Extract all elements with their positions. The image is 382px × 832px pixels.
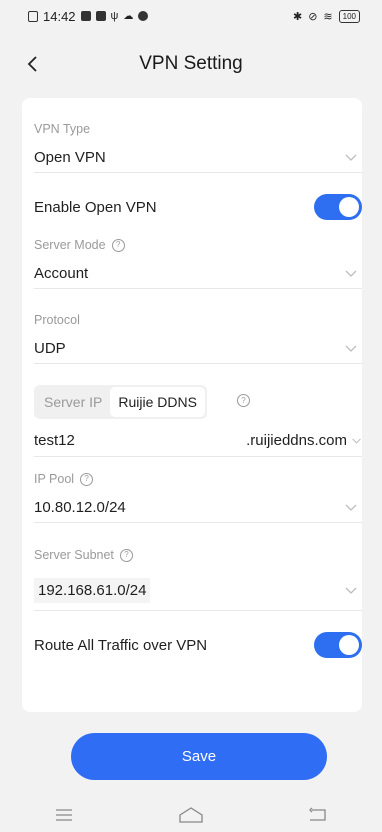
help-icon[interactable]: ?: [237, 394, 250, 407]
route-all-toggle[interactable]: [314, 632, 362, 658]
server-mode-label-text: Server Mode: [34, 238, 106, 252]
status-time: 14:42: [43, 8, 76, 24]
ip-pool-label-text: IP Pool: [34, 472, 75, 486]
ip-pool-value: 10.80.12.0/24: [34, 498, 126, 516]
save-button[interactable]: Save: [71, 733, 327, 780]
chevron-down-icon: [345, 504, 357, 511]
vpn-type-label: VPN Type: [34, 122, 91, 136]
route-all-label: Route All Traffic over VPN: [34, 636, 208, 654]
server-mode-value: Account: [34, 264, 89, 282]
vpn-type-field: VPN Type Open VPN: [34, 122, 362, 173]
server-mode-field: Server Mode ? Account: [34, 238, 362, 289]
chevron-down-icon: [345, 587, 357, 594]
notification-icon: [95, 11, 106, 21]
chevron-left-icon: [27, 56, 37, 72]
enable-vpn-toggle[interactable]: [314, 194, 362, 220]
notification-icon: [80, 11, 91, 21]
wifi-icon: ≋: [323, 10, 333, 23]
battery-icon: 100: [338, 9, 360, 23]
help-icon[interactable]: ?: [119, 548, 133, 562]
system-nav-bar: [0, 800, 382, 830]
menu-icon: [55, 809, 72, 821]
ddns-input[interactable]: [34, 431, 174, 449]
home-icon: [179, 807, 203, 823]
route-all-row: Route All Traffic over VPN: [34, 630, 362, 660]
server-subnet-field: Server Subnet ? 192.168.61.0/24: [34, 548, 362, 611]
domain-suffix-value: .ruijieddns.com: [246, 431, 347, 449]
tab-server-ip[interactable]: Server IP: [36, 387, 110, 417]
server-subnet-value: 192.168.61.0/24: [34, 577, 151, 603]
chevron-down-icon: [345, 345, 357, 352]
page-title: VPN Setting: [139, 53, 243, 74]
ip-pool-select[interactable]: 10.80.12.0/24: [34, 492, 362, 523]
no-sim-icon: ⊘: [308, 10, 318, 23]
ddns-row: .ruijieddns.com: [34, 424, 362, 457]
protocol-field: Protocol UDP: [34, 313, 362, 364]
address-type-tabs: Server IP Ruijie DDNS: [34, 385, 207, 419]
bluetooth-icon: ✱: [292, 10, 303, 23]
server-subnet-select[interactable]: 192.168.61.0/24: [34, 570, 362, 611]
usb-icon: ψ: [110, 10, 119, 22]
cloud-icon: ☁: [123, 10, 134, 22]
back-nav-button[interactable]: [298, 802, 338, 828]
server-subnet-label: Server Subnet ?: [34, 548, 362, 562]
vpn-settings-card: VPN Type Open VPN Enable Open VPN Server…: [22, 98, 362, 712]
back-icon: [309, 807, 326, 821]
protocol-select[interactable]: UDP: [34, 333, 362, 364]
server-subnet-label-text: Server Subnet: [34, 548, 114, 562]
chevron-down-icon: [345, 154, 357, 161]
ip-pool-field: IP Pool ? 10.80.12.0/24: [34, 472, 362, 523]
home-nav-button[interactable]: [171, 802, 211, 828]
vpn-type-value: Open VPN: [34, 148, 106, 166]
enable-vpn-row: Enable Open VPN: [34, 192, 362, 222]
status-right: ✱ ⊘ ≋ 100: [292, 9, 360, 23]
app-icon: [138, 11, 149, 21]
menu-nav-button[interactable]: [44, 802, 84, 828]
domain-suffix-select[interactable]: .ruijieddns.com: [246, 432, 362, 449]
help-icon[interactable]: ?: [111, 238, 125, 252]
back-button[interactable]: [18, 50, 46, 78]
status-left: 14:42 ψ ☁: [28, 8, 149, 24]
enable-vpn-label: Enable Open VPN: [34, 198, 157, 216]
tab-ruijie-ddns[interactable]: Ruijie DDNS: [110, 387, 205, 417]
server-mode-select[interactable]: Account: [34, 258, 362, 289]
chevron-down-icon: [345, 270, 357, 277]
screenshot-icon: [28, 10, 38, 22]
vpn-type-select[interactable]: Open VPN: [34, 142, 362, 173]
nav-bar: VPN Setting: [0, 42, 382, 86]
ip-pool-label: IP Pool ?: [34, 472, 362, 486]
protocol-value: UDP: [34, 339, 66, 357]
server-mode-label: Server Mode ?: [34, 238, 362, 252]
chevron-down-icon: [352, 438, 361, 444]
status-bar: 14:42 ψ ☁ ✱ ⊘ ≋ 100: [0, 0, 382, 32]
protocol-label: Protocol: [34, 313, 80, 327]
help-icon[interactable]: ?: [80, 472, 94, 486]
